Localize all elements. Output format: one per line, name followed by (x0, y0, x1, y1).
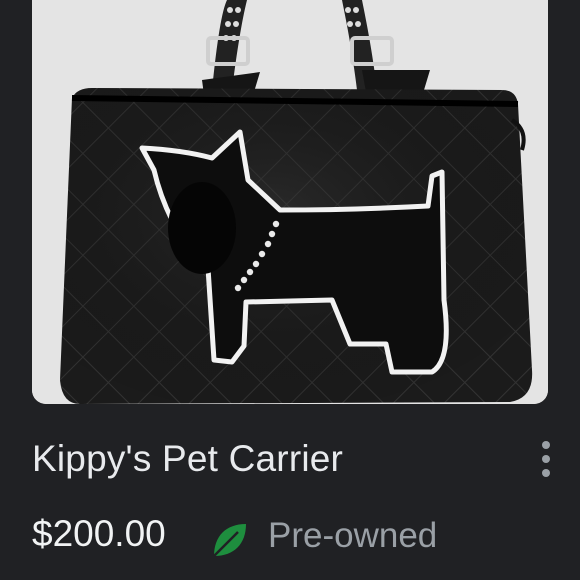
listing-title[interactable]: Kippy's Pet Carrier (32, 438, 343, 480)
leaf-icon (213, 524, 246, 557)
handbag-photo (32, 0, 548, 404)
listing-price: $200.00 (32, 513, 166, 554)
more-options-button[interactable] (528, 436, 564, 482)
condition-label: Pre-owned (268, 516, 438, 555)
more-vert-icon (542, 441, 550, 449)
product-image[interactable] (32, 0, 548, 404)
